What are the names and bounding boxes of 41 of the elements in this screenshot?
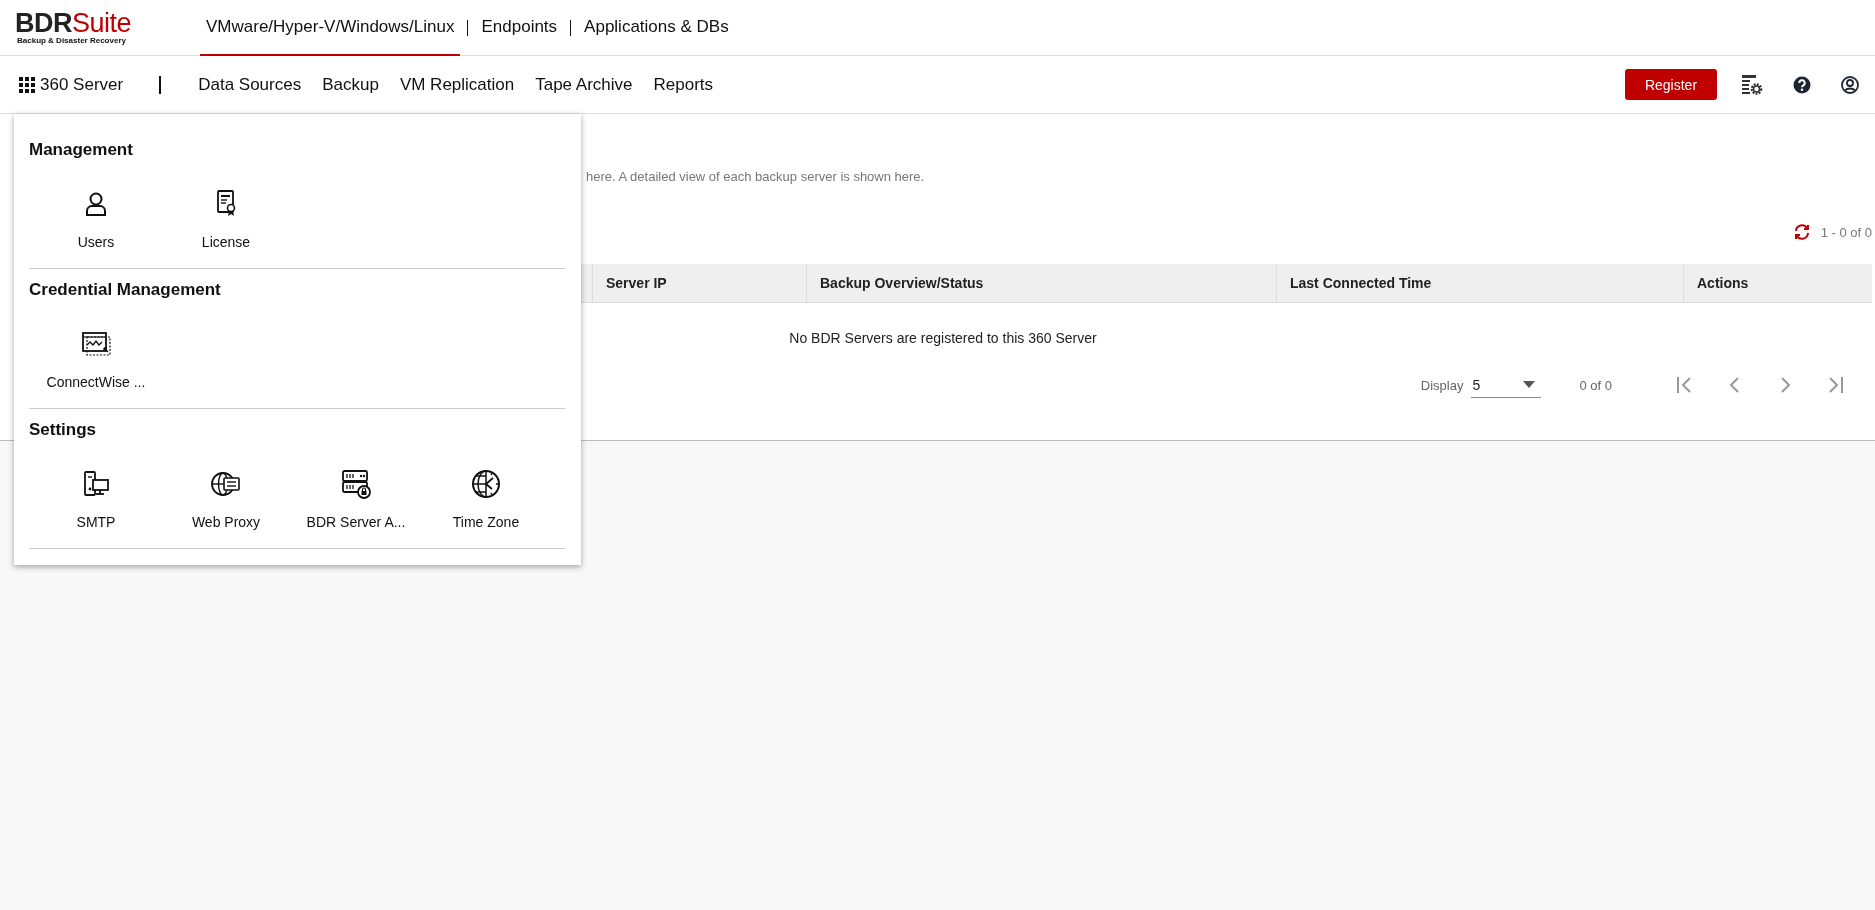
page-description: here. A detailed view of each backup server is shown here. — [586, 169, 925, 184]
user-icon[interactable] — [1841, 75, 1859, 94]
last-page-icon — [1826, 376, 1844, 394]
column-header: Actions — [1683, 264, 1872, 302]
nav-link[interactable]: Tape Archive — [535, 74, 633, 95]
nav-link[interactable]: VM Replication — [399, 74, 515, 95]
section-title: Management — [29, 140, 133, 160]
menu-item[interactable]: SMTP — [31, 464, 161, 534]
server-settings-icon[interactable] — [1741, 73, 1763, 96]
menu-item[interactable]: Web Proxy — [161, 464, 291, 534]
menu-item[interactable]: ConnectWise ... — [31, 324, 161, 394]
column-header: Backup Overview/Status — [806, 264, 1276, 302]
globe-clock-icon — [470, 468, 502, 500]
nav-link[interactable]: Backup — [322, 74, 379, 95]
logo-wordmark: BDRSuite — [15, 10, 132, 36]
page-size-select[interactable]: 5 — [1471, 372, 1542, 398]
refresh-icon[interactable] — [1792, 224, 1811, 240]
section-title: Credential Management — [29, 280, 221, 300]
menu-item[interactable]: Users — [31, 184, 161, 254]
record-range: 1 - 0 of 0 — [1820, 224, 1872, 240]
page-info: 0 of 0 — [1579, 377, 1612, 393]
product-tab[interactable]: Endpoints — [475, 0, 564, 56]
product-tab[interactable]: Applications & DBs — [578, 0, 735, 56]
app-menu-button[interactable]: 360 Server — [19, 74, 124, 95]
menu-item[interactable]: License — [161, 184, 291, 254]
caret-icon — [1523, 381, 1536, 388]
column-header: Last Connected Time — [1276, 264, 1683, 302]
register-button[interactable]: Register — [1625, 69, 1717, 100]
logo-tagline: Backup & Disaster Recovery — [17, 36, 126, 45]
nav-link[interactable]: Reports — [653, 74, 714, 95]
grid-icon — [19, 76, 35, 93]
menu-item[interactable]: BDR Server A... — [291, 464, 421, 534]
help-icon[interactable] — [1793, 75, 1811, 94]
first-page-icon — [1676, 376, 1694, 394]
column-header: Server IP — [592, 264, 806, 302]
display-label: Display — [1420, 377, 1464, 393]
empty-table-message: No BDR Servers are registered to this 360 Server — [789, 330, 1097, 346]
section-title: Settings — [29, 420, 97, 440]
server-lock-icon — [340, 468, 372, 500]
nav-link[interactable]: Data Sources — [198, 74, 302, 95]
menu-item[interactable]: Time Zone — [421, 464, 551, 534]
